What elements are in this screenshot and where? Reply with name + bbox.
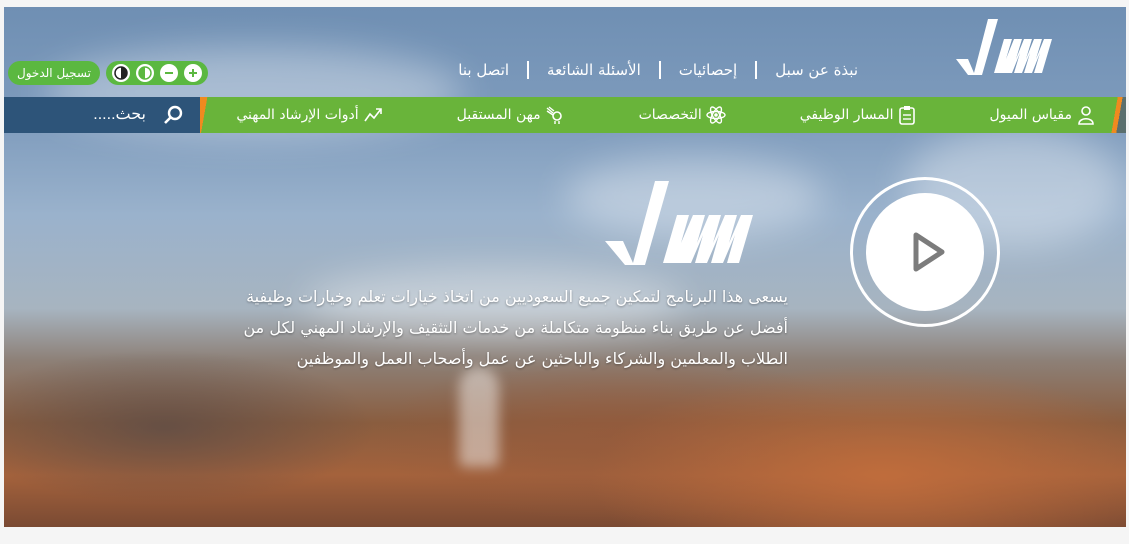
nav-item-label: المسار الوظيفي xyxy=(799,107,894,123)
clipboard-icon xyxy=(898,106,915,125)
hero-line: أفضل عن طريق بناء منظومة متكاملة من خدما… xyxy=(243,318,789,337)
accessibility-toggles xyxy=(105,61,208,85)
nav-item-label: أدوات الإرشاد المهني xyxy=(236,107,359,123)
top-bar: نبذة عن سبل إحصائيات الأسئلة الشائعة اتص… xyxy=(4,7,1126,97)
trend-icon xyxy=(364,108,382,122)
nav-item-label: التخصصات xyxy=(638,107,702,123)
login-button[interactable]: تسجيل الدخول xyxy=(8,61,100,85)
zoom-out-icon[interactable] xyxy=(159,64,178,82)
nav-item-label: مهن المستقبل xyxy=(456,107,541,123)
search-input[interactable] xyxy=(74,105,148,125)
main-nav: مقياس الميول المسار الوظيفي التخصصات مهن… xyxy=(4,97,1126,133)
page-frame: نبذة عن سبل إحصائيات الأسئلة الشائعة اتص… xyxy=(4,7,1126,527)
hero-figure xyxy=(459,367,499,467)
link-contact[interactable]: اتصل بنا xyxy=(440,61,527,79)
hero-description: يسعى هذا البرنامج لتمكين جميع السعوديين … xyxy=(138,281,789,374)
nav-items: مقياس الميول المسار الوظيفي التخصصات مهن… xyxy=(199,97,1096,133)
zoom-in-icon[interactable] xyxy=(183,64,202,82)
nav-item-majors[interactable]: التخصصات xyxy=(602,105,763,125)
sabil-logo-icon xyxy=(605,181,753,265)
hero-line: الطلاب والمعلمين والشركاء والباحثين عن ع… xyxy=(296,349,788,368)
nav-item-career-path[interactable]: المسار الوظيفي xyxy=(763,105,953,125)
play-icon xyxy=(913,232,945,272)
nav-item-guidance-tools[interactable]: أدوات الإرشاد المهني xyxy=(199,105,419,125)
contrast-invert-icon[interactable] xyxy=(135,64,154,82)
nav-item-interests[interactable]: مقياس الميول xyxy=(953,105,1097,125)
person-icon xyxy=(1078,106,1094,125)
login-area: تسجيل الدخول xyxy=(8,61,208,85)
play-button-inner xyxy=(866,193,984,311)
top-links: نبذة عن سبل إحصائيات الأسئلة الشائعة اتص… xyxy=(440,61,876,79)
link-faq[interactable]: الأسئلة الشائعة xyxy=(529,61,659,79)
robot-hand-icon xyxy=(546,106,562,124)
play-video-button[interactable] xyxy=(850,177,1000,327)
search-box xyxy=(4,97,210,133)
sabil-logo-icon[interactable] xyxy=(954,15,1074,77)
search-icon[interactable] xyxy=(162,104,184,126)
nav-item-label: مقياس الميول xyxy=(989,107,1073,123)
nav-accent-stripe xyxy=(1108,97,1126,133)
atom-icon xyxy=(706,106,726,124)
link-about[interactable]: نبذة عن سبل xyxy=(757,61,876,79)
link-statistics[interactable]: إحصائيات xyxy=(661,61,755,79)
contrast-icon[interactable] xyxy=(111,64,130,82)
nav-item-future-jobs[interactable]: مهن المستقبل xyxy=(420,105,602,125)
hero-line: يسعى هذا البرنامج لتمكين جميع السعوديين … xyxy=(246,287,788,306)
